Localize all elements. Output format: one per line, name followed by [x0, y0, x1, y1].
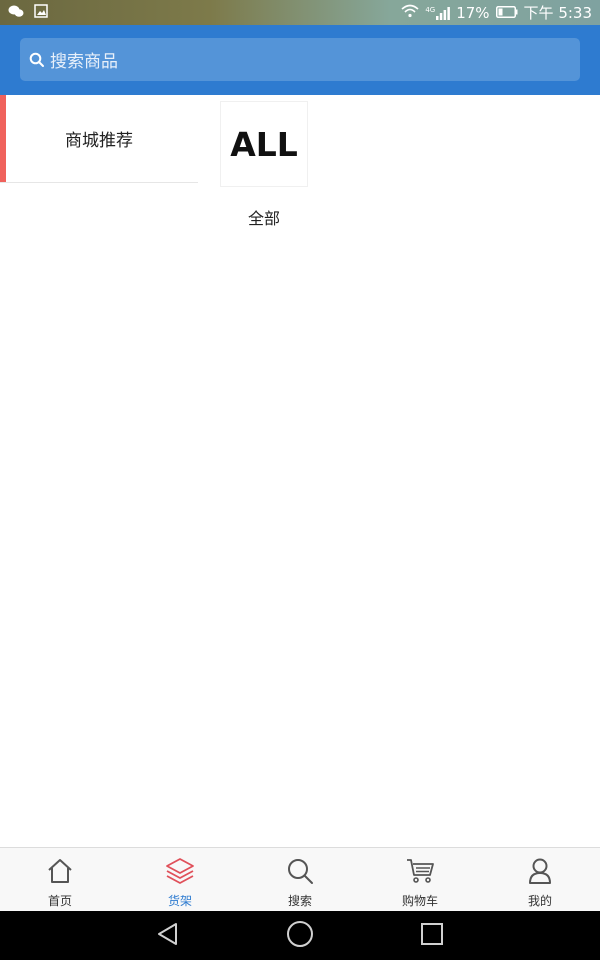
wifi-icon [401, 4, 419, 22]
tab-cart[interactable]: 购物车 [360, 848, 480, 912]
tab-home[interactable]: 首页 [0, 848, 120, 912]
sidebar-item-label: 商城推荐 [65, 131, 133, 151]
status-right: 4G 17% 下午 5:33 [401, 2, 592, 23]
status-bar: 4G 17% 下午 5:33 [0, 0, 600, 25]
tab-profile[interactable]: 我的 [480, 848, 600, 912]
battery-percent: 17% [456, 3, 490, 22]
back-button[interactable] [152, 920, 184, 952]
tab-label: 搜索 [287, 894, 312, 908]
cart-icon [405, 856, 435, 886]
tab-shelf[interactable]: 货架 [120, 848, 240, 912]
sidebar-item-recommend[interactable]: 商城推荐 [0, 95, 198, 183]
recents-square-icon [420, 922, 444, 950]
search-placeholder: 搜索商品 [50, 52, 118, 72]
recents-button[interactable] [416, 920, 448, 952]
signal-icon: 4G [425, 5, 451, 20]
tab-label: 我的 [527, 894, 552, 908]
category-content: ALL 全部 [198, 95, 600, 847]
home-icon [45, 856, 75, 886]
back-triangle-icon [155, 921, 181, 951]
search-icon [28, 51, 46, 69]
system-nav-bar [0, 911, 600, 960]
user-icon [525, 856, 555, 886]
image-icon [34, 3, 48, 22]
network-type: 4G [425, 5, 436, 14]
home-circle-icon [286, 920, 314, 952]
category-sidebar: 商城推荐 [0, 95, 198, 847]
category-label: 全部 [247, 209, 280, 228]
tab-label: 首页 [47, 894, 72, 908]
status-left [8, 3, 48, 22]
header: 搜索商品 [0, 25, 600, 95]
home-button[interactable] [284, 920, 316, 952]
tab-search[interactable]: 搜索 [240, 848, 360, 912]
bottom-tab-bar: 首页 货架 搜索 购物车 我的 [0, 847, 600, 911]
wechat-icon [8, 4, 24, 22]
tab-label: 购物车 [401, 894, 438, 908]
category-card-all[interactable]: ALL 全部 [220, 101, 308, 229]
layers-icon [165, 856, 195, 886]
battery-icon [495, 4, 518, 22]
search-input[interactable]: 搜索商品 [20, 38, 580, 81]
search-icon [285, 856, 315, 886]
clock: 下午 5:33 [523, 4, 592, 22]
tab-label: 货架 [167, 894, 192, 908]
category-thumbnail: ALL [220, 101, 308, 187]
